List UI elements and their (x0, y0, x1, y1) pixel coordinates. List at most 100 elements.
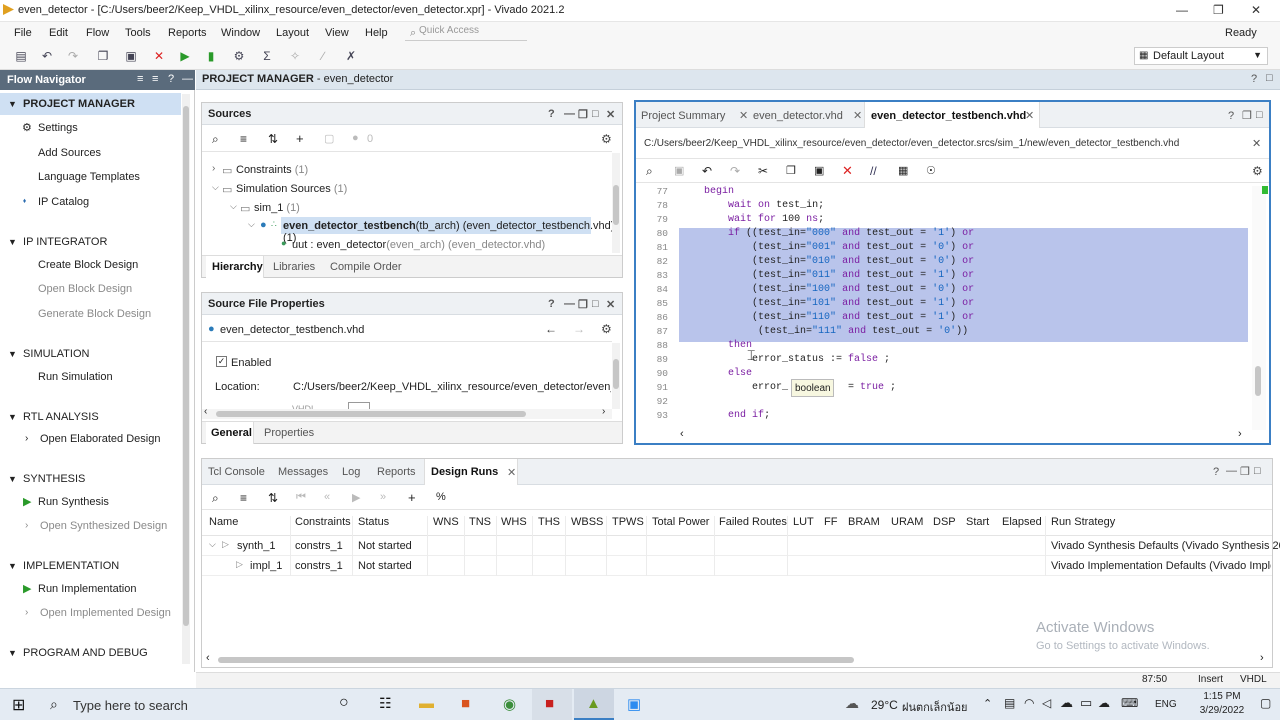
runs-hscroll-thumb[interactable] (218, 657, 854, 663)
col-tns[interactable]: TNS (469, 516, 491, 528)
col-total-power[interactable]: Total Power (652, 516, 709, 528)
add-sources-icon[interactable]: + (296, 131, 304, 146)
search-icon[interactable]: ⌕ (212, 132, 219, 147)
chevron-right-icon[interactable]: › (1260, 652, 1264, 664)
editor-hscrollbar[interactable]: ‹ › (678, 428, 1248, 441)
code-line[interactable]: else (680, 368, 752, 379)
help-icon[interactable]: ? (1251, 73, 1257, 85)
comment-icon[interactable]: // (870, 164, 877, 178)
layout-select[interactable]: ▦ Default Layout ▼ (1134, 47, 1268, 65)
col-run-strategy[interactable]: Run Strategy (1051, 516, 1115, 528)
col-dsp[interactable]: DSP (933, 516, 956, 528)
col-ths[interactable]: THS (538, 516, 560, 528)
fn-settings[interactable]: Settings (38, 122, 78, 134)
file-icon[interactable]: ▢ (324, 132, 334, 145)
delete-icon[interactable]: ✕ (152, 49, 166, 63)
minimize-icon[interactable]: — (1176, 3, 1188, 17)
chevron-down-icon[interactable]: ⌵ (230, 201, 237, 212)
tab-design-runs[interactable]: Design Runs (431, 466, 498, 478)
chevron-right-icon[interactable]: › (1238, 428, 1242, 440)
col-name[interactable]: Name (209, 516, 238, 528)
code-line[interactable]: (test_in="110" and test_out = '1') or (680, 312, 974, 323)
sfp-vscrollbar[interactable] (612, 343, 620, 409)
tree-simulation-sources[interactable]: Simulation Sources (1) (236, 183, 347, 195)
runs-hscrollbar[interactable]: ‹ › (206, 652, 1268, 665)
section-synthesis[interactable]: ▼ SYNTHESIS (8, 473, 85, 485)
section-implementation[interactable]: ▼ IMPLEMENTATION (8, 560, 119, 572)
cortana-icon[interactable]: ○ (339, 694, 349, 712)
zoom-icon[interactable]: ▣ (627, 695, 641, 713)
redo-icon[interactable]: ↷ (730, 164, 740, 178)
code-line[interactable]: (test_in="010" and test_out = '0') or (680, 256, 974, 267)
close-tab-icon[interactable]: ✕ (739, 109, 748, 122)
percent-icon[interactable]: % (436, 491, 446, 503)
notifications-icon[interactable]: ▢ (1260, 696, 1271, 710)
copy-icon[interactable]: ❐ (786, 164, 796, 177)
fn-open-implemented-design[interactable]: Open Implemented Design (40, 607, 171, 619)
section-program-debug[interactable]: ▼ PROGRAM AND DEBUG (8, 647, 148, 659)
close-icon[interactable]: ✕ (606, 108, 615, 121)
restore-icon[interactable]: ❐ (578, 298, 588, 311)
maximize-icon[interactable]: □ (1254, 465, 1261, 477)
close-icon[interactable]: ✕ (606, 298, 615, 311)
task-view-icon[interactable]: ☷ (379, 695, 392, 712)
maximize-icon[interactable]: ❐ (1213, 3, 1224, 17)
expand-all-icon[interactable]: ≡ (152, 73, 158, 85)
code-line[interactable]: wait on test_in; (680, 200, 824, 211)
chrome-icon[interactable]: ◉ (503, 695, 516, 713)
col-wns[interactable]: WNS (433, 516, 459, 528)
file-explorer-icon[interactable]: ▬ (419, 695, 434, 712)
code-area[interactable]: 77 begin 78 wait on test_in; 79 wait for 1… (636, 186, 1252, 430)
chevron-right-icon[interactable]: › (25, 607, 28, 618)
menu-layout[interactable]: Layout (276, 27, 309, 39)
menu-reports[interactable]: Reports (168, 27, 207, 39)
tab-general[interactable]: General (211, 427, 252, 439)
play-icon[interactable]: ▶ (352, 491, 360, 504)
maximize-icon[interactable]: □ (592, 298, 599, 310)
code-line[interactable]: (test_in="111" and test_out = '0')) (680, 326, 968, 337)
search-icon[interactable]: ⌕ (646, 164, 653, 179)
menu-file[interactable]: File (14, 27, 32, 39)
sfp-hscrollbar[interactable]: ‹ › (202, 406, 612, 419)
run-icon[interactable]: ▶ (178, 49, 192, 63)
minimize-icon[interactable]: — (564, 298, 575, 310)
insert-template-icon[interactable]: ▦ (898, 164, 908, 177)
sources-scroll-thumb[interactable] (613, 185, 619, 225)
fn-language-templates[interactable]: Language Templates (38, 171, 140, 183)
collapse-all-icon[interactable]: ≡ (137, 73, 143, 85)
wifi-icon[interactable]: ◠ (1024, 696, 1034, 710)
chevron-left-icon[interactable]: ‹ (680, 428, 684, 440)
tab-log[interactable]: Log (342, 466, 360, 478)
paste-icon[interactable]: ▣ (124, 49, 138, 63)
chevron-down-icon[interactable]: ⌵ (212, 182, 219, 193)
undo-icon[interactable]: ↶ (40, 49, 54, 63)
col-constraints[interactable]: Constraints (295, 516, 351, 528)
flownav-scrollbar[interactable] (182, 94, 190, 664)
close-tab-icon[interactable]: ✕ (507, 466, 516, 479)
weather-text[interactable]: ฝนตกเล็กน้อย (902, 698, 968, 716)
tree-sim-1[interactable]: sim_1 (1) (254, 202, 300, 214)
add-run-icon[interactable]: + (408, 490, 416, 505)
open-project-icon[interactable]: ▤ (14, 49, 28, 63)
search-icon[interactable]: ⌕ (212, 491, 219, 506)
collapse-all-icon[interactable]: ≡ (240, 132, 247, 146)
menu-window[interactable]: Window (221, 27, 260, 39)
section-project-manager[interactable]: ▼ PROJECT MANAGER (8, 98, 135, 110)
section-ip-integrator[interactable]: ▼ IP INTEGRATOR (8, 236, 107, 248)
restore-icon[interactable]: ❐ (1240, 465, 1250, 478)
tree-constraints[interactable]: Constraints (1) (236, 164, 308, 176)
menu-view[interactable]: View (325, 27, 349, 39)
first-icon[interactable]: ⏮ (296, 491, 306, 504)
chevron-down-icon[interactable]: ⌵ (209, 539, 216, 550)
chevron-right-icon[interactable]: › (602, 406, 605, 417)
col-ff[interactable]: FF (824, 516, 837, 528)
fn-open-block-design[interactable]: Open Block Design (38, 283, 132, 295)
maximize-icon[interactable]: □ (1256, 109, 1263, 121)
forward-arrow-icon[interactable]: → (573, 322, 585, 336)
menu-tools[interactable]: Tools (125, 27, 151, 39)
help-icon[interactable]: ? (548, 298, 555, 310)
menu-flow[interactable]: Flow (86, 27, 109, 39)
restore-icon[interactable]: ❐ (578, 108, 588, 121)
office-icon[interactable]: ■ (461, 695, 470, 712)
cut-icon[interactable]: ✂ (758, 164, 768, 178)
